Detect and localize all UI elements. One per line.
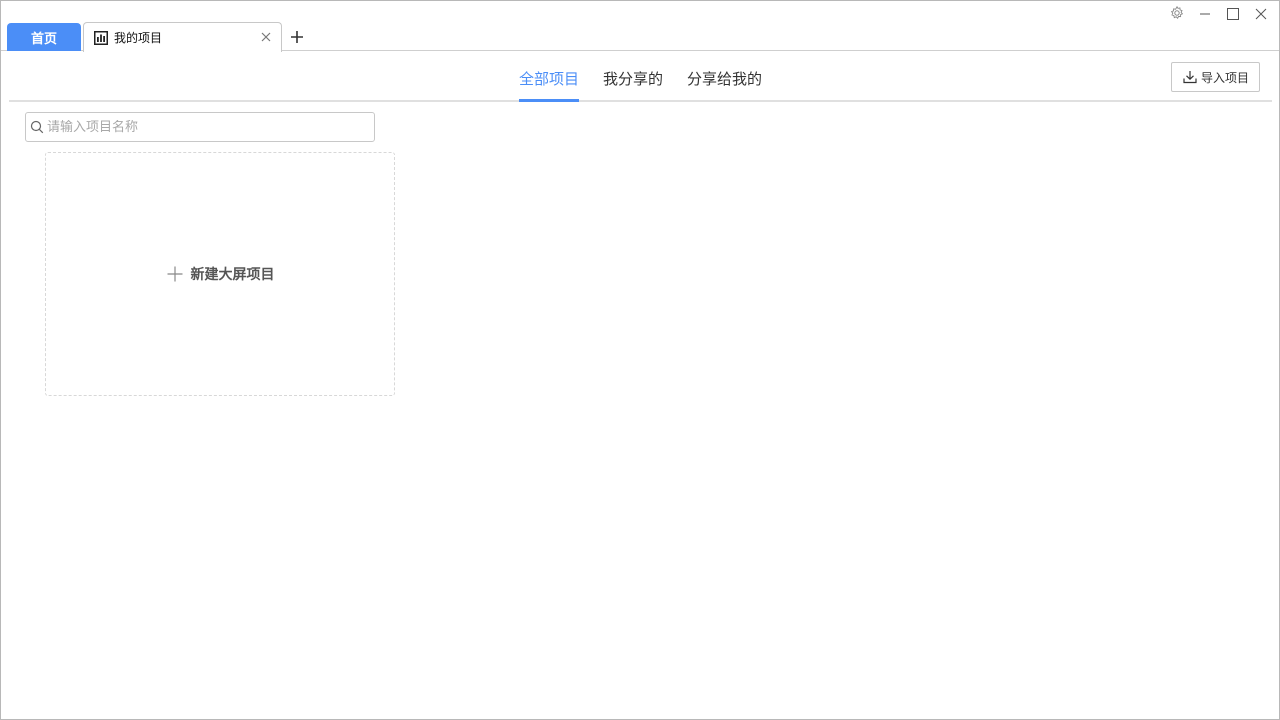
close-window-button[interactable] bbox=[1247, 3, 1275, 25]
maximize-button[interactable] bbox=[1219, 3, 1247, 25]
new-screen-project-card[interactable]: 新建大屏项目 bbox=[45, 152, 395, 396]
maximize-icon bbox=[1227, 5, 1239, 24]
search-input[interactable] bbox=[47, 119, 347, 135]
tab-all-projects-label: 全部项目 bbox=[518, 70, 579, 88]
tab-shared-by-me[interactable]: 我分享的 bbox=[603, 52, 663, 100]
tab-all-projects[interactable]: 全部项目 bbox=[518, 52, 579, 102]
import-project-label: 导入项目 bbox=[1200, 70, 1249, 85]
gear-icon bbox=[1170, 5, 1184, 24]
minimize-button[interactable] bbox=[1191, 3, 1219, 25]
tab-shared-with-me-label: 分享给我的 bbox=[687, 70, 763, 88]
bar-chart-icon bbox=[94, 30, 108, 45]
tab-shared-with-me[interactable]: 分享给我的 bbox=[687, 52, 762, 100]
settings-button[interactable] bbox=[1163, 3, 1191, 25]
tab-bar: 首页 我的项目 bbox=[1, 1, 1279, 52]
tab-home[interactable]: 首页 bbox=[7, 23, 81, 51]
new-screen-project-label: 新建大屏项目 bbox=[190, 267, 275, 283]
project-search bbox=[25, 112, 375, 142]
tab-my-projects[interactable]: 我的项目 bbox=[83, 22, 282, 52]
subnav-tabs: 全部项目 我分享的 分享给我的 bbox=[9, 52, 1272, 102]
download-icon bbox=[1182, 69, 1198, 85]
close-icon[interactable] bbox=[259, 30, 273, 44]
add-tab-button[interactable] bbox=[287, 27, 307, 47]
tab-home-label: 首页 bbox=[30, 31, 57, 47]
window-controls bbox=[1163, 3, 1275, 25]
plus-icon bbox=[291, 31, 303, 43]
minimize-icon bbox=[1199, 5, 1211, 24]
project-subnav: 全部项目 我分享的 分享给我的 导入项目 bbox=[9, 52, 1272, 102]
tab-shared-by-me-label: 我分享的 bbox=[602, 70, 663, 88]
search-icon bbox=[30, 120, 44, 134]
app-window: 首页 我的项目 全部项目 我分享的 分享给我的 导入项目 请输入项目名称 新建大… bbox=[0, 0, 1280, 720]
close-icon bbox=[1255, 5, 1267, 24]
import-project-button[interactable]: 导入项目 bbox=[1171, 62, 1260, 92]
tab-my-projects-label: 我的项目 bbox=[114, 31, 163, 45]
plus-icon bbox=[166, 265, 184, 283]
